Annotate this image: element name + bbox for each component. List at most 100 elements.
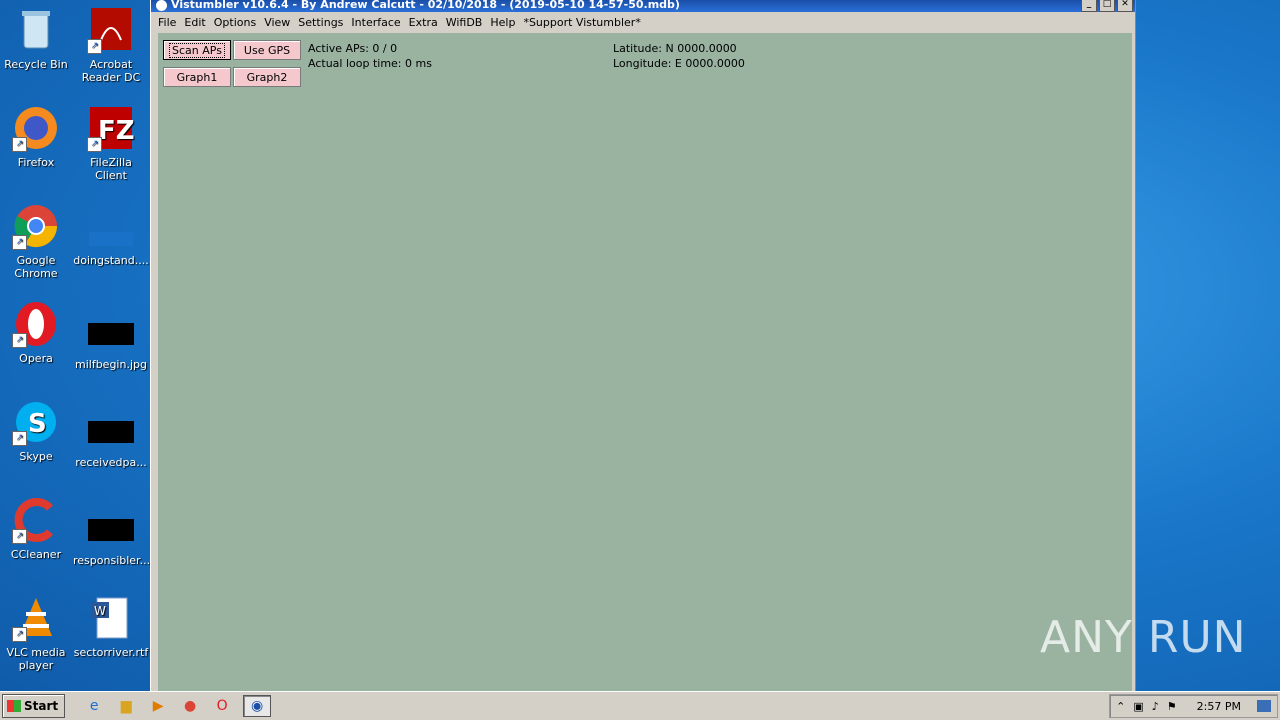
responsibler-file[interactable]: responsibler... [73, 506, 151, 567]
shortcut-arrow-icon: ↗ [12, 627, 27, 642]
filezilla-icon: FZ ↗ [87, 104, 135, 152]
vlc-label: VLC media player [6, 646, 66, 672]
menu-view[interactable]: View [260, 16, 294, 29]
menu-edit[interactable]: Edit [180, 16, 209, 29]
acrobat-shortcut[interactable]: ↗ Acrobat Reader DC [73, 6, 149, 84]
close-icon[interactable]: ✕ [1117, 0, 1133, 12]
vistumbler-taskbar-icon[interactable]: ◉ [243, 695, 272, 717]
title-bar[interactable]: Vistumbler v10.6.4 - By Andrew Calcutt -… [151, 0, 1135, 12]
anyrun-watermark: ANY RUN [1040, 612, 1247, 663]
word-document-icon: W [87, 594, 135, 642]
opera-shortcut[interactable]: ↗ Opera [0, 300, 74, 365]
shortcut-arrow-icon: ↗ [12, 333, 27, 348]
window-controls: _ □ ✕ [1081, 0, 1133, 12]
shortcut-arrow-icon: ↗ [12, 431, 27, 446]
clock[interactable]: 2:57 PM [1197, 700, 1241, 713]
main-panel: Scan APs Use GPS Graph1 Graph2 Active AP… [158, 33, 1132, 692]
quick-launch: e ▆ ▶ ● O ◉ [83, 695, 272, 717]
milfbegin-label: milfbegin.jpg [75, 358, 147, 371]
chrome-icon: ↗ [12, 202, 60, 250]
opera-icon: ↗ [12, 300, 60, 348]
menu-bar: File Edit Options View Settings Interfac… [151, 12, 1135, 32]
scan-aps-button[interactable]: Scan APs [163, 40, 231, 60]
start-label: Start [24, 699, 59, 713]
recycle-bin-icon [12, 6, 60, 54]
image-thumbnail-icon [88, 519, 134, 541]
skype-icon: S ↗ [12, 398, 60, 446]
acrobat-icon: ↗ [87, 6, 135, 54]
shortcut-arrow-icon: ↗ [12, 529, 27, 544]
receivedpa-label: receivedpa... [75, 456, 147, 469]
active-aps-label: Active APs: 0 / 0 [308, 42, 398, 55]
latitude-label: Latitude: N 0000.0000 [613, 42, 737, 55]
image-thumbnail-icon [88, 323, 134, 345]
recycle-bin-label: Recycle Bin [4, 58, 68, 71]
acrobat-label: Acrobat Reader DC [81, 58, 141, 84]
vlc-icon: ↗ [12, 594, 60, 642]
use-gps-button[interactable]: Use GPS [233, 40, 301, 60]
shortcut-arrow-icon: ↗ [12, 137, 27, 152]
graph1-button[interactable]: Graph1 [163, 67, 231, 87]
menu-options[interactable]: Options [210, 16, 260, 29]
chrome-label: Google Chrome [14, 254, 58, 280]
opera-label: Opera [19, 352, 53, 365]
menu-file[interactable]: File [154, 16, 180, 29]
filezilla-shortcut[interactable]: FZ ↗ FileZilla Client [73, 104, 149, 182]
chrome-taskbar-icon[interactable]: ● [179, 696, 201, 716]
vistumbler-icon [156, 0, 167, 11]
svg-text:FZ: FZ [98, 116, 135, 146]
filezilla-label: FileZilla Client [90, 156, 132, 182]
menu-extra[interactable]: Extra [405, 16, 442, 29]
menu-settings[interactable]: Settings [294, 16, 347, 29]
skype-shortcut[interactable]: S ↗ Skype [0, 398, 74, 463]
menu-interface[interactable]: Interface [347, 16, 404, 29]
menu-help[interactable]: Help [486, 16, 519, 29]
firefox-shortcut[interactable]: ↗ Firefox [0, 104, 74, 169]
action-center-flag-icon[interactable]: ⚑ [1167, 700, 1177, 713]
network-icon[interactable]: ▣ [1133, 700, 1143, 713]
firefox-label: Firefox [17, 156, 55, 169]
menu-wifidb[interactable]: WifiDB [442, 16, 487, 29]
minimize-icon[interactable]: _ [1081, 0, 1097, 12]
show-desktop-icon[interactable] [1257, 700, 1271, 712]
ccleaner-shortcut[interactable]: ↗ CCleaner [0, 496, 74, 561]
responsibler-label: responsibler... [73, 554, 151, 567]
window-title: Vistumbler v10.6.4 - By Andrew Calcutt -… [171, 0, 680, 11]
opera-taskbar-icon[interactable]: O [211, 696, 233, 716]
receivedpa-file[interactable]: receivedpa... [73, 408, 149, 469]
doingstand-file[interactable]: doingstand.... [73, 202, 149, 267]
vlc-shortcut[interactable]: ↗ VLC media player [0, 594, 74, 672]
firefox-icon: ↗ [12, 104, 60, 152]
doingstand-label: doingstand.... [73, 254, 149, 267]
loop-time-label: Actual loop time: 0 ms [308, 57, 432, 70]
sectorriver-file[interactable]: W sectorriver.rtf [73, 594, 149, 659]
skype-label: Skype [19, 450, 53, 463]
internet-explorer-icon[interactable]: e [83, 696, 105, 716]
svg-text:W: W [94, 604, 106, 618]
ccleaner-icon: ↗ [12, 496, 60, 544]
shortcut-arrow-icon: ↗ [87, 39, 102, 54]
graph2-button[interactable]: Graph2 [233, 67, 301, 87]
menu-support-vistumbler[interactable]: *Support Vistumbler* [519, 16, 644, 29]
maximize-icon[interactable]: □ [1099, 0, 1115, 12]
start-button[interactable]: Start [2, 694, 66, 718]
image-thumbnail-icon [88, 421, 134, 443]
chrome-shortcut[interactable]: ↗ Google Chrome [0, 202, 74, 280]
file-icon [87, 202, 135, 250]
shortcut-arrow-icon: ↗ [12, 235, 27, 250]
shortcut-arrow-icon: ↗ [87, 137, 102, 152]
media-player-icon[interactable]: ▶ [147, 696, 169, 716]
file-explorer-icon[interactable]: ▆ [115, 696, 137, 716]
longitude-label: Longitude: E 0000.0000 [613, 57, 745, 70]
svg-text:S: S [28, 409, 47, 439]
vistumbler-window: Vistumbler v10.6.4 - By Andrew Calcutt -… [150, 0, 1136, 692]
volume-icon[interactable]: ♪ [1152, 700, 1159, 713]
recycle-bin-shortcut[interactable]: Recycle Bin [0, 6, 74, 71]
sectorriver-label: sectorriver.rtf [73, 646, 149, 659]
ccleaner-label: CCleaner [10, 548, 62, 561]
windows-logo-icon [7, 700, 21, 712]
milfbegin-file[interactable]: milfbegin.jpg [73, 310, 149, 371]
system-tray: ⌃ ▣ ♪ ⚑ 2:57 PM [1109, 694, 1278, 718]
taskbar: Start e ▆ ▶ ● O ◉ ⌃ ▣ ♪ ⚑ 2:57 PM [0, 691, 1280, 720]
show-hidden-icons-icon[interactable]: ⌃ [1116, 700, 1125, 713]
